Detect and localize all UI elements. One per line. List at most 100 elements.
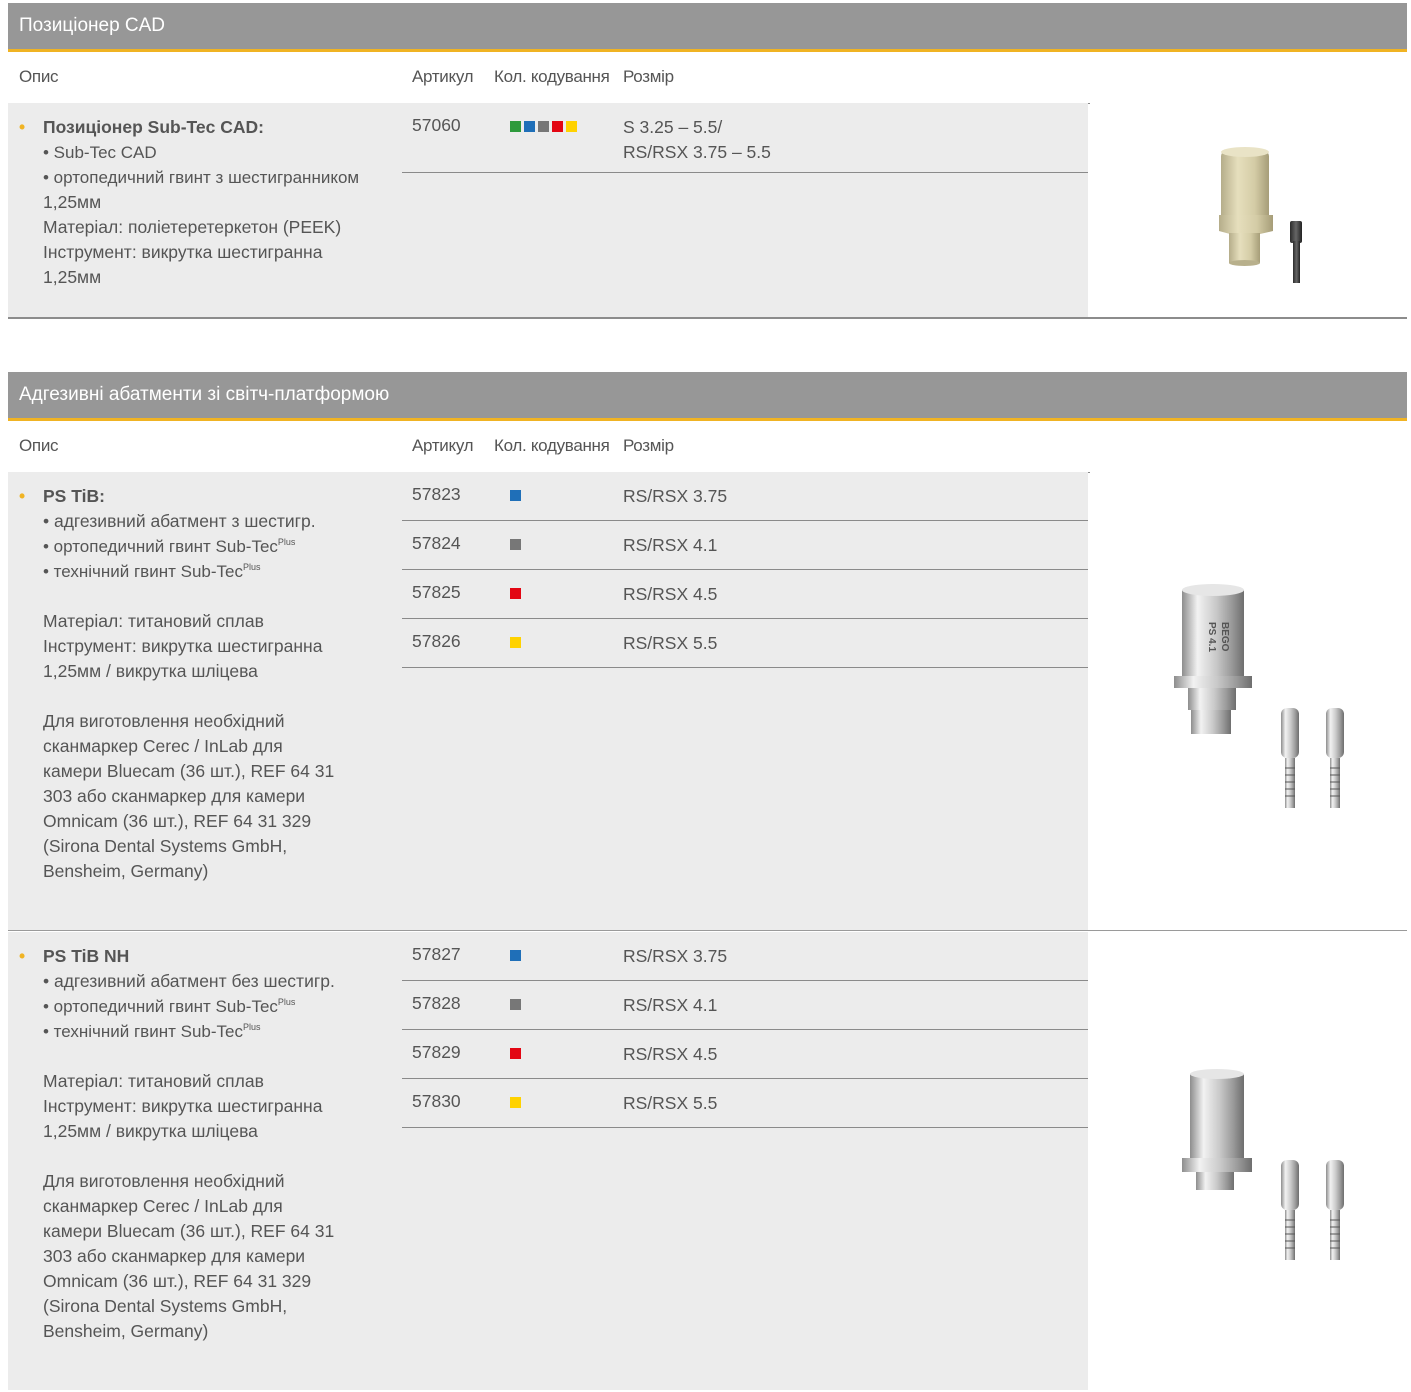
product-description: • Позиціонер Sub-Tec CAD: • Sub-Tec CAD … [19,115,399,290]
color-code [510,588,521,599]
color-code [510,999,521,1010]
abutment-image [1182,1069,1344,1260]
note-line: Bensheim, Germany) [43,861,209,881]
article-number: 57829 [412,1042,461,1062]
size-line: S 3.25 – 5.5/ [623,117,723,137]
product-name: PS TiB: [43,486,105,506]
col-article: Артикул [412,436,474,455]
material-line: Матеріал: титановий сплав [43,1071,264,1091]
note-line: Omnicam (36 шт.), REF 64 31 329 [43,1271,312,1291]
column-headers: Опис Артикул Кол. кодування Розмір [8,52,1407,104]
color-code [510,490,521,501]
size-value: RS/RSX 4.5 [623,584,718,604]
product-item: • ортопедичний гвинт з шестигранником [43,168,360,187]
color-code [510,1048,521,1059]
size-line: RS/RSX 3.75 – 5.5 [623,142,771,162]
abutment-image: BEGO PS 4.1 [1174,584,1344,808]
note-line: Bensheim, Germany) [43,1321,209,1341]
color-swatch-grey [510,539,521,550]
size-value: S 3.25 – 5.5/ RS/RSX 3.75 – 5.5 [623,115,771,165]
product-item: • адгезивний абатмент з шестигр. [43,511,316,531]
product-block-ps-tib-nh: • PS TiB NH • адгезивний абатмент без ше… [8,932,1407,1392]
article-number: 57825 [412,582,461,602]
product-item: • ортопедичний гвинт Sub-TecPlus [43,537,296,556]
table-row: 57830 RS/RSX 5.5 [402,1079,1088,1128]
color-code [510,950,521,961]
description-line: 1,25мм [43,267,102,287]
size-value: RS/RSX 3.75 [623,946,728,966]
article-rows: 57827 RS/RSX 3.75 57828 RS/RSX 4.1 57829… [402,932,1088,1128]
product-name: Позиціонер Sub-Tec CAD: [43,117,264,137]
product-description: • PS TiB: • адгезивний абатмент з шестиг… [19,484,399,884]
color-swatch-red [552,121,563,132]
color-swatch-red [510,1048,521,1059]
table-row: 57829 RS/RSX 4.5 [402,1030,1088,1079]
col-color: Кол. кодування [494,67,610,86]
material-line: Матеріал: поліетеретеркетон (PEEK) [43,217,342,237]
article-number: 57830 [412,1091,461,1111]
col-desc: Опис [19,436,59,455]
positioner-image [1219,147,1302,283]
article-number: 57826 [412,631,461,651]
col-desc: Опис [19,67,59,86]
note-line: сканмаркер Cerec / InLab для [43,1196,283,1216]
section-title: Позиціонер CAD [8,3,1407,52]
table-row: 57060 S 3.25 – 5.5/ RS/RSX 3.75 – 5.5 [402,103,1088,173]
col-size: Розмір [623,67,674,86]
color-code [510,1097,521,1108]
color-swatch-blue [510,950,521,961]
col-color: Кол. кодування [494,436,610,455]
article-rows: 57060 S 3.25 – 5.5/ RS/RSX 3.75 – 5.5 [402,103,1088,173]
product-item: • технічний гвинт Sub-TecPlus [43,562,261,581]
color-swatch-blue [524,121,535,132]
article-number: 57824 [412,533,461,553]
article-rows: 57823 RS/RSX 3.75 57824 RS/RSX 4.1 57825… [402,472,1088,668]
color-swatch-yellow [566,121,577,132]
note-line: камери Bluecam (36 шт.), REF 64 31 [43,1221,335,1241]
color-swatch-yellow [510,1097,521,1108]
color-swatch-grey [510,999,521,1010]
color-swatch-grey [538,121,549,132]
tool-line: Інструмент: викрутка шестигранна [43,242,323,262]
section-cad-positioner: Позиціонер CAD Опис Артикул Кол. кодуван… [8,3,1407,319]
table-row: 57828 RS/RSX 4.1 [402,981,1088,1030]
material-line: Матеріал: титановий сплав [43,611,264,631]
note-line: камери Bluecam (36 шт.), REF 64 31 [43,761,335,781]
size-value: RS/RSX 5.5 [623,1093,718,1113]
col-size: Розмір [623,436,674,455]
note-line: Для виготовлення необхідний [43,711,285,731]
tool-line: 1,25мм / викрутка шліцева [43,661,258,681]
tool-line: 1,25мм / викрутка шліцева [43,1121,258,1141]
size-value: RS/RSX 4.5 [623,1044,718,1064]
product-item: • технічний гвинт Sub-TecPlus [43,1022,261,1041]
color-code [510,539,521,550]
bullet-marker: • [19,946,26,966]
article-number: 57823 [412,484,461,504]
product-block-subtec-cad: • Позиціонер Sub-Tec CAD: • Sub-Tec CAD … [8,103,1407,319]
product-item: • ортопедичний гвинт Sub-TecPlus [43,997,296,1016]
section-title: Адгезивні абатменти зі світч-платформою [8,372,1407,421]
note-line: (Sirona Dental Systems GmbH, [43,836,288,856]
product-item: • адгезивний абатмент без шестигр. [43,971,335,991]
table-row: 57827 RS/RSX 3.75 [402,932,1088,981]
product-block-ps-tib: BEGO PS 4.1 • PS TiB: • адгезивний абатм… [8,472,1407,932]
size-value: RS/RSX 5.5 [623,633,718,653]
tool-line: Інструмент: викрутка шестигранна [43,1096,323,1116]
table-row: 57824 RS/RSX 4.1 [402,521,1088,570]
description-line: 1,25мм [43,192,102,212]
section-adhesive-abutments: Адгезивні абатменти зі світч-платформою … [8,372,1407,1390]
color-swatch-red [510,588,521,599]
color-code [510,637,521,648]
column-headers: Опис Артикул Кол. кодування Розмір [8,421,1407,473]
color-swatch-yellow [510,637,521,648]
engraving: BEGO [1219,622,1230,652]
article-number: 57060 [412,115,461,135]
engraving: PS 4.1 [1206,622,1217,652]
note-line: сканмаркер Cerec / InLab для [43,736,283,756]
table-row: 57823 RS/RSX 3.75 [402,472,1088,521]
bullet-marker: • [19,117,26,137]
color-swatch-blue [510,490,521,501]
col-article: Артикул [412,67,474,86]
note-line: 303 або сканмаркер для камери [43,1246,306,1266]
color-code [510,121,577,132]
